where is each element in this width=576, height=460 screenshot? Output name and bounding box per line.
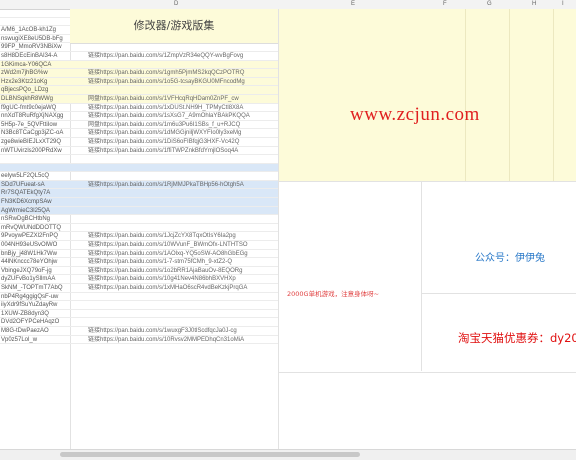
row-link-cell[interactable]: 网盘https://pan.baidu.com/s/1VFHcqRqHDam0Z… [70,94,278,104]
row-link-cell[interactable]: 链接https://pan.baidu.com/s/10Rvsv2MMPEDhq… [70,336,278,345]
row-link-cell[interactable] [70,301,278,310]
sheet-title-cell[interactable]: 修改器/游戏版集 [70,9,278,44]
row-id-cell[interactable]: SkNM_-TOPTmT7AbQ [0,284,70,293]
row-id-cell[interactable]: qBjecsPQo_LDzg [0,86,70,95]
row-id-cell[interactable]: nbP4Rg4ggigQsF-uw [0,293,70,302]
wechat-account-text: 公众号：伊伊兔 [475,253,545,264]
column-header-i[interactable]: I [562,1,564,7]
row-link-cell[interactable] [70,318,278,327]
row-link-cell[interactable]: 链接https://pan.baidu.com/s/1ffiTWPZnkBfdY… [70,147,278,156]
row-link-cell[interactable]: 链接https://pan.baidu.com/s/1JcjZcYX8TqxOt… [70,232,278,242]
row-id-cell[interactable]: nswugiXE8eU5DB-bFg [0,35,70,44]
gridline [278,9,279,450]
game-note-text: 2000G单机游戏，注意身体呀~ [287,290,380,298]
row-id-cell[interactable]: 1GKimca-Y06QCA [0,60,70,70]
row-id-cell[interactable]: A/M6_1AcOB-kh1Zg [0,26,70,35]
row-id-cell[interactable]: eelyw5LF2QL5cQ [0,172,70,181]
row-link-cell[interactable]: 链接https://pan.baidu.com/s/10WVunF_BWmOfx… [70,241,278,250]
gridline [279,181,576,182]
site-url-banner[interactable]: www.zcjun.com [350,104,480,126]
row-link-cell[interactable]: 链接https://pan.baidu.com/s/1AOlxq-YQ5oSW-… [70,250,278,259]
row-id-cell[interactable]: iiyXdr9fSuYuZdayRw [0,301,70,310]
row-id-cell[interactable]: M8G-tDwPaezAO [0,327,70,336]
row-link-cell[interactable]: 链接https://pan.baidu.com/s/1dMGGjniljWXYF… [70,129,278,138]
row-link-cell[interactable]: 链接https://pan.baidu.com/s/1ZmpVzR34eQQY-… [70,52,278,61]
row-link-cell[interactable]: 链接https://pan.baidu.com/s/1DiS6oFIBfqjG3… [70,138,278,147]
scrollbar-thumb[interactable] [60,452,360,457]
column-header-e[interactable]: E [351,1,355,7]
row-id-cell[interactable]: mRvQWUNdDDOTTQ [0,224,70,233]
row-id-cell[interactable]: Vp0z57Lol_w [0,336,70,345]
row-id-cell[interactable]: 1XUW-ZB8dyn3Q [0,310,70,319]
gridline [553,9,554,181]
taobao-coupon-text: 淘宝天猫优惠券：dy208 [458,331,576,345]
row-link-cell[interactable] [70,293,278,302]
row-link-cell[interactable] [70,189,278,199]
row-id-cell[interactable]: s8H8DEcEinBAI34-A [0,52,70,61]
row-link-cell[interactable]: 链接https://pan.baidu.com/s/1o5G-tcsayBKGU… [70,77,278,87]
row-link-cell[interactable] [70,86,278,95]
row-link-cell[interactable] [70,163,278,173]
row-id-cell[interactable]: DLBNSqkhR8WWg [0,94,70,104]
row-link-cell[interactable] [70,43,278,52]
row-id-cell[interactable]: nWTUvirzls200PRdXw [0,147,70,156]
row-link-cell[interactable]: 链接https://pan.baidu.com/s/1xMHaO6scR4vdB… [70,284,278,293]
gridline [421,181,422,371]
row-id-cell[interactable] [0,155,70,164]
row-id-cell[interactable]: zge8wieBIEJLxXT29Q [0,138,70,147]
row-id-cell[interactable]: Rr7SQATEkQty7A [0,189,70,199]
row-id-cell[interactable]: AgWrmieC3l25QA [0,206,70,216]
row-link-cell[interactable]: 链接https://pan.baidu.com/s/1xDUSt.NH9H_TP… [70,104,278,113]
row-id-cell[interactable] [0,163,70,173]
row-link-cell[interactable] [70,215,278,224]
gridline [422,293,576,294]
row-id-cell[interactable]: SDd7UFueat-sA [0,180,70,190]
row-id-cell[interactable] [0,18,70,27]
row-id-cell[interactable]: 004NH93eUSvOlWO [0,241,70,250]
row-id-cell[interactable]: VbingeJXQ79oF-jg [0,267,70,276]
gridline [509,9,510,181]
gridline [279,372,576,373]
row-id-cell[interactable] [0,9,70,18]
row-link-cell[interactable] [70,310,278,319]
row-link-cell[interactable]: 链接https://pan.baidu.com/s/1RjMMJPkaTBHp5… [70,180,278,190]
row-link-cell[interactable] [70,172,278,181]
row-link-cell[interactable]: 链接https://pan.baidu.com/s/1sXsG7_A9mOhla… [70,112,278,121]
row-id-cell[interactable]: bnBjy_j48W1Hk7Ww [0,250,70,259]
row-id-cell[interactable]: Hzx2e3Ktz21oKg [0,77,70,87]
row-id-cell[interactable]: 44lNKnccc78eYOhjw [0,258,70,267]
row-link-cell[interactable] [70,60,278,70]
row-id-cell[interactable]: nSRwDgBCHtbNg [0,215,70,224]
column-header-f[interactable]: F [443,1,447,7]
row-id-cell[interactable]: f9gUC-fmt9c0ejaWQ [0,104,70,113]
gridline [465,9,466,181]
row-link-cell[interactable]: 链接https://pan.baidu.com/s/1o2bRR1AjaBauO… [70,267,278,276]
row-id-cell[interactable]: dyZUFvBo1ySllmAA [0,275,70,284]
row-link-cell[interactable] [70,206,278,216]
row-link-cell[interactable]: 网盘https://pan.baidu.com/s/1m6u3Pu6I1SBs_… [70,121,278,130]
row-link-cell[interactable] [70,198,278,207]
row-link-cell[interactable]: 链接https://pan.baidu.com/s/1wuxgF3J0tlScd… [70,327,278,336]
row-id-cell[interactable]: N3Bc8TCaCgp3jZC-oA [0,129,70,138]
row-link-cell[interactable]: 链接https://pan.baidu.com/s/1gmh5PjmMS2kqQ… [70,69,278,78]
column-header-d[interactable]: D [174,1,178,7]
column-a: A/M6_1AcOB-kh1Zg nswugiXE8eU5DB-bFg 99FP_M… [0,9,70,450]
column-header-h[interactable]: H [532,1,536,7]
row-id-cell[interactable]: zWd2m7jhBG%w [0,69,70,78]
row-id-cell[interactable]: 5H5p-7e_5QVFttiIow [0,121,70,130]
row-id-cell[interactable]: DVd2OFYPCeHAqzO [0,318,70,327]
row-id-cell[interactable]: FN3KD6XcmpSAw [0,198,70,207]
row-id-cell[interactable]: nnXdT8RuRfgXjNAXgg [0,112,70,121]
horizontal-scrollbar[interactable] [0,449,576,460]
row-id-cell[interactable]: 9PvoywPEZXl2FnPQ [0,232,70,242]
row-link-cell[interactable] [70,224,278,233]
column-bd: 网盘https://pan.baidu.com/s/1QVmXTRFIkdQ0l… [70,9,278,450]
column-header-g[interactable]: G [487,1,492,7]
row-id-cell[interactable]: 99FP_MmoRV3NBiXw [0,43,70,52]
row-link-cell[interactable]: 链接https://pan.baidu.com/s/1-7-stm75fCMh_… [70,258,278,267]
row-link-cell[interactable] [70,155,278,164]
row-link-cell[interactable]: 链接https://pan.baidu.com/s/10g41Nev4N86bh… [70,275,278,284]
banner-cell-yellow [279,9,576,181]
